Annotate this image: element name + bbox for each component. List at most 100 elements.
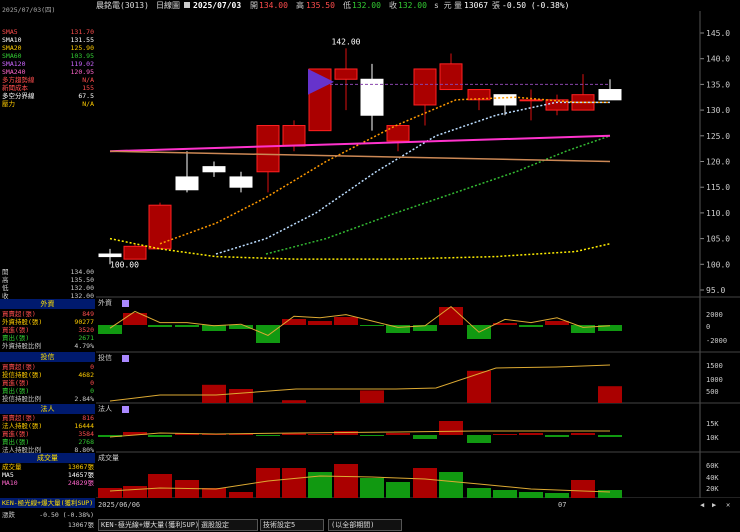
tech-setting[interactable]: 技術設定5 [260,519,324,531]
close-value: 132.00 [398,1,427,10]
dealer-value: 4682 [78,371,94,379]
mid-date-label: 07 [558,501,567,509]
foreign-value: 3520 [78,326,94,334]
low-price-label: 100.00 [110,260,139,269]
close-icon[interactable]: ✕ [726,501,730,509]
price-axis-label: 105.0 [706,235,730,244]
candle-body [334,68,358,80]
foreign-bar [386,325,410,333]
candle-body [386,125,410,142]
volume-section-title: 成交量 [0,453,95,463]
ma-value: 125.90 [70,44,94,52]
dealer-bar [360,390,384,403]
ohlc-value: 135.50 [70,276,94,284]
foreign-color-icon[interactable] [122,300,129,307]
vol-row: MA5 14657張 [2,471,94,479]
volume-bar [334,464,358,498]
dealer-label: 買賣超(張) [2,363,36,371]
change-value: -0.50 (-0.38%) [502,1,570,10]
foreign-bar [256,325,280,343]
dealer-axis-label: 1500 [706,362,723,370]
dealer-label: 買進(張) [2,379,30,387]
high-value: 135.50 [306,1,335,10]
volume-bar [123,486,147,498]
dealer-color-icon[interactable] [122,355,129,362]
high-price-label: 142.00 [332,37,361,46]
dealer-bar [202,384,226,403]
dealer-row: 賣出(張) 0 [2,387,94,395]
ma-value: 131.70 [70,28,94,36]
chart-type[interactable]: 日線圖 [156,0,180,11]
calendar-icon[interactable] [184,2,190,8]
ma-label: 壓力 [2,100,15,108]
candle-body [98,253,122,258]
inst-bar [519,433,543,435]
foreign-label: 賣出(張) [2,334,30,342]
volume-bar [467,488,491,498]
volume-axis-label: 20K [706,485,719,493]
foreign-label: 買進(張) [2,326,30,334]
volume-bar [360,478,384,498]
ma-label: 多方趨勢線 [2,76,35,84]
price-axis-label: 100.0 [706,260,730,269]
dealer-value: 0 [90,387,94,395]
candle-body [202,166,226,173]
volume-axis-label: 60K [706,462,719,470]
volume-bar [202,488,226,498]
ma-label: 多空分界線 [2,92,35,100]
vol-value: 24829張 [67,479,94,487]
indicator-title[interactable]: KEN-極光線+爆大量(獲利SUP) [0,498,95,508]
foreign-axis-label: 2000 [706,311,723,319]
nav-next-icon[interactable]: ▶ [712,501,716,509]
ma-label: SMA5 [2,28,18,36]
ohlc-value: 134.00 [70,268,94,276]
inst-value: 816 [82,414,94,422]
foreign-label: 外資持股比例 [2,342,41,350]
foreign-value: 4.79% [74,342,94,350]
foreign-row: 買賣超(張) 849 [2,310,94,318]
kline-chart[interactable]: 145.0 140.0 135.0 130.0 125.0 120.0 115.0 110.0… [96,11,740,498]
volume-bar [413,468,437,498]
ma-value: N/A [82,76,94,84]
inst-color-icon[interactable] [122,406,129,413]
foreign-value: 849 [82,310,94,318]
ohlc-label: 開 [2,268,9,276]
dealer-row: 投信持股(張) 4682 [2,371,94,379]
left-date: 2025/07/03(四) [2,6,56,14]
inst-bar [256,435,280,436]
price-axis-label: 115.0 [706,183,730,192]
candle-body [256,125,280,173]
quote-header: 晨銘電(3013) 日線圖 2025/07/03 開 134.00 高 135.… [96,0,740,11]
volume-bar [148,474,172,498]
price-axis-label: 125.0 [706,132,730,141]
bottom-left-row: 漲跌 -0.50 (-0.38%) [2,511,94,519]
ma-label: SMA60 [2,52,22,60]
nav-prev-icon[interactable]: ◀ [700,501,704,509]
inst-value: 2768 [78,438,94,446]
open-value: 134.00 [259,1,288,10]
ma-row: SMA5 131.70 [2,28,94,36]
inst-bar [439,421,463,435]
inst-bar [360,435,384,436]
foreign-bar [439,307,463,325]
dealer-panel-label: 投信 [98,353,112,362]
vol-label: 成交量 [2,463,22,471]
inst-label: 買賣超(張) [2,414,36,422]
dealer-value: 2.84% [74,395,94,403]
low-value: 132.00 [352,1,381,10]
stock-select-setting[interactable]: 選股設定 [198,519,258,531]
foreign-bar [308,321,332,325]
foreign-row: 買進(張) 3520 [2,326,94,334]
price-axis-label: 145.0 [706,29,730,38]
ma-value: 67.5 [78,92,94,100]
candle-body [598,89,622,101]
period-range-select[interactable]: (以全部期間) [328,519,402,531]
ohlc-label: 低 [2,284,9,292]
vol-label: MA10 [2,479,18,487]
stock-name: 晨銘電(3013) [96,1,149,10]
ma-label: SMA240 [2,68,26,76]
price-axis-label: 120.0 [706,158,730,167]
foreign-value: 90277 [74,318,94,326]
ma-value: 103.95 [70,52,94,60]
foreign-bar [519,325,543,327]
